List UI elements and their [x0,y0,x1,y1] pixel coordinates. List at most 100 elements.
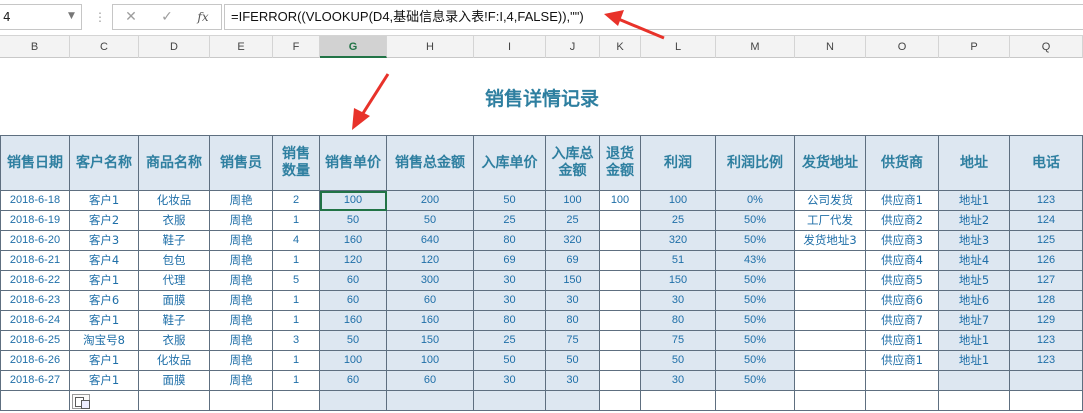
table-cell[interactable] [716,391,795,411]
table-cell[interactable]: 100 [600,191,641,211]
table-cell[interactable]: 2018-6-26 [0,351,70,371]
table-cell[interactable]: 周艳 [210,271,273,291]
table-cell[interactable]: 代理 [139,271,210,291]
table-cell[interactable]: 地址2 [939,211,1010,231]
table-cell[interactable]: 2018-6-25 [0,331,70,351]
table-cell[interactable] [866,371,939,391]
table-cell[interactable] [0,391,70,411]
insert-function-icon[interactable]: fx [189,6,217,28]
table-cell[interactable] [795,371,866,391]
table-cell[interactable]: 50 [641,351,716,371]
table-cell[interactable]: 60 [387,371,474,391]
table-cell[interactable]: 123 [1010,351,1083,371]
table-cell[interactable]: 100 [641,191,716,211]
table-cell[interactable]: 供应商7 [866,311,939,331]
table-cell[interactable] [1010,391,1083,411]
table-cell[interactable]: 50% [716,291,795,311]
table-cell[interactable]: 80 [641,311,716,331]
table-cell[interactable]: 1 [273,351,320,371]
table-cell[interactable]: 2018-6-20 [0,231,70,251]
table-cell[interactable]: 供应商6 [866,291,939,311]
table-cell[interactable] [939,371,1010,391]
column-header-c[interactable]: C [70,36,139,58]
table-cell[interactable]: 123 [1010,191,1083,211]
table-cell[interactable] [600,271,641,291]
table-cell[interactable]: 150 [546,271,600,291]
table-cell[interactable]: 60 [320,271,387,291]
table-cell[interactable]: 120 [320,251,387,271]
table-cell[interactable] [600,231,641,251]
table-cell[interactable]: 2018-6-24 [0,311,70,331]
table-cell[interactable]: 123 [1010,331,1083,351]
table-cell[interactable]: 50 [474,351,546,371]
table-cell[interactable]: 30 [474,371,546,391]
table-cell[interactable]: 50% [716,371,795,391]
enter-icon[interactable]: ✓ [153,6,181,28]
table-cell[interactable] [273,391,320,411]
formula-input[interactable]: =IFERROR((VLOOKUP(D4,基础信息录入表!F:I,4,FALSE… [224,4,1083,30]
sheet-title[interactable]: 销售详情记录 [400,84,684,111]
table-cell[interactable]: 128 [1010,291,1083,311]
table-cell[interactable]: 周艳 [210,371,273,391]
table-cell[interactable]: 发货地址3 [795,231,866,251]
table-cell[interactable]: 120 [387,251,474,271]
table-cell[interactable]: 地址4 [939,251,1010,271]
table-cell[interactable]: 50 [320,211,387,231]
table-cell[interactable]: 鞋子 [139,231,210,251]
table-cell[interactable] [387,391,474,411]
table-cell[interactable]: 320 [641,231,716,251]
table-cell[interactable]: 客户2 [70,211,139,231]
table-header-cell[interactable]: 入库单价 [474,135,546,191]
table-header-cell[interactable]: 入库总 金额 [546,135,600,191]
table-header-cell[interactable]: 利润 [641,135,716,191]
table-cell[interactable]: 地址7 [939,311,1010,331]
table-cell[interactable]: 周艳 [210,351,273,371]
table-cell[interactable]: 200 [387,191,474,211]
table-cell[interactable]: 地址5 [939,271,1010,291]
table-cell[interactable] [210,391,273,411]
table-cell[interactable]: 供应商4 [866,251,939,271]
table-cell[interactable]: 包包 [139,251,210,271]
table-cell[interactable]: 4 [273,231,320,251]
table-cell[interactable]: 125 [1010,231,1083,251]
table-cell[interactable] [600,331,641,351]
column-header-h[interactable]: H [387,36,474,58]
table-cell[interactable]: 2018-6-18 [0,191,70,211]
table-cell[interactable]: 供应商1 [866,191,939,211]
table-cell[interactable]: 60 [320,291,387,311]
table-cell[interactable]: 100 [546,191,600,211]
table-header-cell[interactable]: 地址 [939,135,1010,191]
table-header-cell[interactable]: 销售单价 [320,135,387,191]
table-cell[interactable]: 80 [546,311,600,331]
table-header-cell[interactable]: 销售总金额 [387,135,474,191]
column-header-e[interactable]: E [210,36,273,58]
table-cell[interactable]: 60 [387,291,474,311]
column-header-j[interactable]: J [546,36,600,58]
table-cell[interactable] [600,291,641,311]
table-cell[interactable]: 公司发货 [795,191,866,211]
table-cell[interactable] [600,371,641,391]
table-cell[interactable]: 51 [641,251,716,271]
table-header-cell[interactable]: 电话 [1010,135,1083,191]
table-cell[interactable]: 69 [546,251,600,271]
table-cell[interactable]: 客户1 [70,311,139,331]
table-cell[interactable]: 50 [387,211,474,231]
table-cell[interactable] [795,351,866,371]
table-cell[interactable]: 25 [546,211,600,231]
table-header-cell[interactable]: 发货地址 [795,135,866,191]
table-cell[interactable] [795,391,866,411]
table-cell[interactable]: 2018-6-27 [0,371,70,391]
table-cell[interactable]: 60 [320,371,387,391]
table-cell[interactable]: 25 [641,211,716,231]
table-cell[interactable]: 衣服 [139,211,210,231]
table-cell[interactable]: 周艳 [210,331,273,351]
table-cell[interactable]: 300 [387,271,474,291]
table-cell[interactable] [320,391,387,411]
table-header-cell[interactable]: 利润比例 [716,135,795,191]
column-header-k[interactable]: K [600,36,641,58]
column-header-f[interactable]: F [273,36,320,58]
column-header-d[interactable]: D [139,36,210,58]
table-cell[interactable]: 25 [474,211,546,231]
table-cell[interactable]: 126 [1010,251,1083,271]
table-header-cell[interactable]: 供货商 [866,135,939,191]
